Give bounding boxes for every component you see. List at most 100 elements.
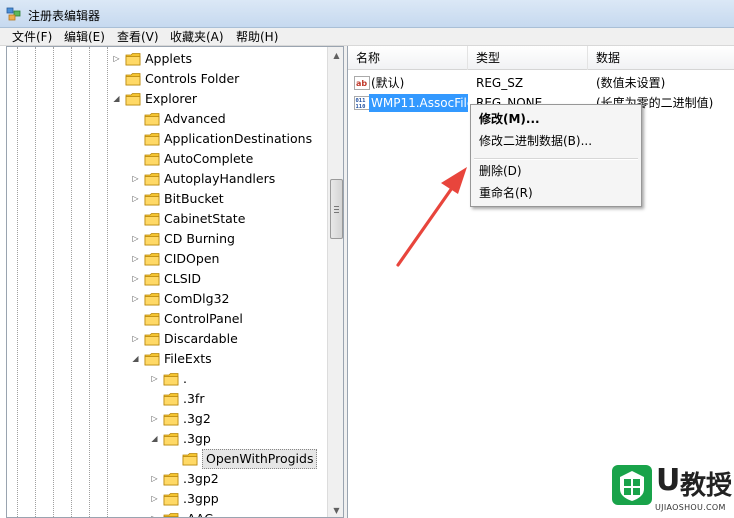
folder-icon [144, 173, 160, 186]
tree-item[interactable]: CabinetState [7, 209, 327, 229]
tree-item[interactable]: Controls Folder [7, 69, 327, 89]
expand-arrow-icon[interactable]: ▷ [131, 274, 140, 283]
folder-icon [163, 413, 179, 426]
tree-content: ▷ Applets Controls Folder ◢ Explorer Advanced… [7, 47, 327, 517]
expand-arrow-icon[interactable]: ▷ [150, 494, 159, 503]
tree-item[interactable]: ApplicationDestinations [7, 129, 327, 149]
tree-item[interactable]: ControlPanel [7, 309, 327, 329]
menu-edit[interactable]: 编辑(E) [62, 29, 107, 45]
context-menu: 修改(M)... 修改二进制数据(B)... 删除(D) 重命名(R) [470, 104, 642, 207]
menu-view[interactable]: 查看(V) [115, 29, 161, 45]
column-name[interactable]: 名称 [348, 46, 468, 70]
tree-item[interactable]: ▷ .AAC [7, 509, 327, 517]
tree-item-label: .3gp2 [183, 471, 219, 486]
expand-arrow-icon[interactable]: ▷ [150, 514, 159, 517]
scroll-thumb[interactable] [330, 179, 343, 239]
tree-item-label: CIDOpen [164, 251, 220, 266]
expand-arrow-icon[interactable]: ▷ [150, 414, 159, 423]
folder-icon [144, 153, 160, 166]
tree-item-label: ControlPanel [164, 311, 243, 326]
column-type[interactable]: 类型 [468, 46, 588, 70]
tree-item-label: . [183, 371, 187, 386]
expand-arrow-icon[interactable]: ▷ [150, 374, 159, 383]
tree-item[interactable]: ▷ BitBucket [7, 189, 327, 209]
folder-icon [125, 73, 141, 86]
expand-arrow-icon[interactable]: ▷ [131, 334, 140, 343]
tree-item[interactable]: ▷ .3gp2 [7, 469, 327, 489]
menu-delete[interactable]: 删除(D) [479, 161, 522, 181]
tree-item-label: Explorer [145, 91, 198, 106]
tree-item-label: CLSID [164, 271, 201, 286]
folder-icon [144, 313, 160, 326]
svg-text:ab: ab [356, 79, 367, 88]
tree-item-label: .3gp [183, 431, 211, 446]
tree-item[interactable]: OpenWithProgids [7, 449, 327, 469]
value-type: REG_SZ [476, 76, 524, 90]
collapse-arrow-icon[interactable]: ◢ [131, 354, 140, 363]
folder-icon [163, 493, 179, 506]
folder-icon [144, 113, 160, 126]
scroll-up-arrow[interactable]: ▲ [328, 47, 343, 64]
rename-input[interactable]: WMP11.AssocFile.3GP [369, 94, 468, 112]
regedit-icon [6, 7, 21, 21]
tree-item[interactable]: AutoComplete [7, 149, 327, 169]
value-row-default[interactable]: ab (默认) REG_SZ (数值未设置) [348, 73, 734, 93]
expand-arrow-icon[interactable]: ▷ [112, 54, 121, 63]
menu-file[interactable]: 文件(F) [10, 29, 54, 45]
window-title: 注册表编辑器 [28, 9, 101, 23]
tree-item[interactable]: ▷ .3gpp [7, 489, 327, 509]
tree-item-label: AutoComplete [164, 151, 254, 166]
tree-item[interactable]: ▷. [7, 369, 327, 389]
tree-item-label: Applets [145, 51, 192, 66]
folder-icon [144, 293, 160, 306]
expand-arrow-icon[interactable]: ▷ [131, 254, 140, 263]
tree-item-label: Controls Folder [145, 71, 240, 86]
collapse-arrow-icon[interactable]: ◢ [112, 94, 121, 103]
svg-text:110: 110 [356, 104, 366, 110]
tree-item-label: .3gpp [183, 491, 219, 506]
ujiaoshou-logo-icon [612, 465, 652, 505]
value-data: (数值未设置) [596, 76, 666, 90]
folder-icon [144, 353, 160, 366]
folder-icon [163, 473, 179, 486]
tree-item-label: CabinetState [164, 211, 246, 226]
binary-value-icon: 011 110 [354, 96, 370, 110]
scroll-down-arrow[interactable]: ▼ [328, 502, 343, 517]
folder-icon [125, 93, 141, 106]
column-data[interactable]: 数据 [588, 46, 734, 70]
tree-item-label: ComDlg32 [164, 291, 230, 306]
menu-separator [474, 158, 638, 160]
collapse-arrow-icon[interactable]: ◢ [150, 434, 159, 443]
registry-tree[interactable]: ▷ Applets Controls Folder ◢ Explorer Advanced… [6, 46, 344, 518]
tree-item[interactable]: ▷ CIDOpen [7, 249, 327, 269]
tree-item[interactable]: ▷ Applets [7, 49, 327, 69]
menu-help[interactable]: 帮助(H) [234, 29, 280, 45]
tree-item[interactable]: Advanced [7, 109, 327, 129]
menu-rename[interactable]: 重命名(R) [479, 183, 533, 203]
menu-modify[interactable]: 修改(M)... [479, 109, 540, 129]
tree-item[interactable]: ▷ .3g2 [7, 409, 327, 429]
tree-item[interactable]: ▷ AutoplayHandlers [7, 169, 327, 189]
tree-scrollbar[interactable]: ▲ ▼ [327, 47, 343, 517]
menu-modify-binary[interactable]: 修改二进制数据(B)... [479, 131, 592, 151]
expand-arrow-icon[interactable]: ▷ [150, 474, 159, 483]
folder-icon [144, 213, 160, 226]
expand-arrow-icon[interactable]: ▷ [131, 234, 140, 243]
menu-favorites[interactable]: 收藏夹(A) [168, 29, 226, 45]
tree-item-label: AutoplayHandlers [164, 171, 276, 186]
folder-icon [144, 273, 160, 286]
tree-item[interactable]: .3fr [7, 389, 327, 409]
tree-item[interactable]: ▷ CLSID [7, 269, 327, 289]
expand-arrow-icon[interactable]: ▷ [131, 294, 140, 303]
folder-icon [144, 253, 160, 266]
tree-item[interactable]: ◢ Explorer [7, 89, 327, 109]
tree-item[interactable]: ▷ Discardable [7, 329, 327, 349]
title-bar: 注册表编辑器 [0, 0, 734, 28]
tree-item[interactable]: ▷ ComDlg32 [7, 289, 327, 309]
expand-arrow-icon[interactable]: ▷ [131, 194, 140, 203]
tree-item[interactable]: ◢ .3gp [7, 429, 327, 449]
tree-item[interactable]: ◢ FileExts [7, 349, 327, 369]
tree-item[interactable]: ▷ CD Burning [7, 229, 327, 249]
expand-arrow-icon[interactable]: ▷ [131, 174, 140, 183]
grip-icon [334, 206, 339, 213]
